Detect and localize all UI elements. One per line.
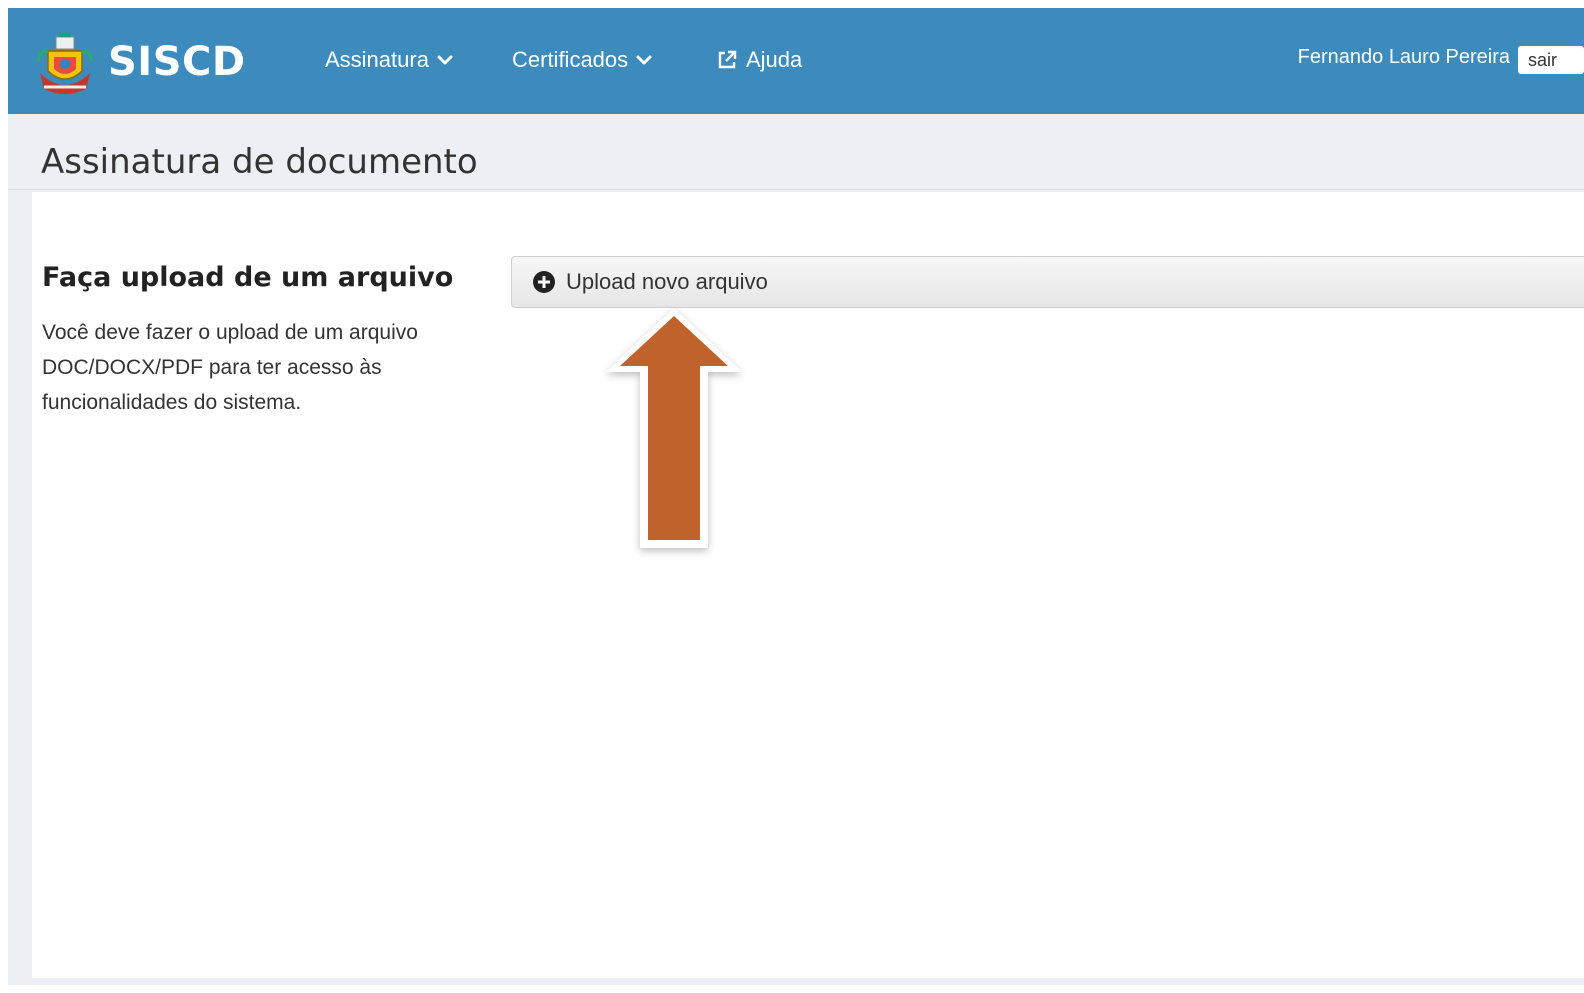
- user-name: Fernando Lauro Pereira: [1297, 46, 1510, 68]
- arrow-up-icon: [606, 308, 742, 548]
- external-link-icon: [718, 50, 737, 69]
- navbar: SISCD Assinatura Certificados Ajuda Fern…: [8, 8, 1584, 114]
- brand[interactable]: SISCD: [34, 22, 246, 102]
- nav-ajuda-label: Ajuda: [746, 47, 803, 72]
- header-divider: [8, 189, 1584, 190]
- nav-ajuda[interactable]: Ajuda: [716, 44, 802, 76]
- chevron-down-icon: [437, 55, 453, 65]
- page-title: Assinatura de documento: [41, 142, 478, 182]
- upload-section-description: Você deve fazer o upload de um arquivo D…: [42, 321, 418, 414]
- nav-assinatura[interactable]: Assinatura: [325, 44, 453, 76]
- chevron-down-icon: [636, 55, 652, 65]
- brand-name: SISCD: [108, 39, 246, 85]
- plus-circle-icon: [533, 271, 555, 293]
- logout-button[interactable]: sair: [1518, 46, 1584, 74]
- upload-button-label: Upload novo arquivo: [566, 269, 768, 294]
- nav-certificados-label: Certificados: [512, 47, 629, 72]
- upload-panel: Faça upload de um arquivo Você deve faze…: [32, 192, 1584, 978]
- coat-of-arms-logo-icon: [36, 33, 94, 94]
- nav-certificados[interactable]: Certificados: [512, 44, 652, 76]
- nav-assinatura-label: Assinatura: [325, 47, 429, 72]
- app-window: SISCD Assinatura Certificados Ajuda Fern…: [8, 8, 1584, 985]
- upload-section-title: Faça upload de um arquivo: [42, 262, 454, 293]
